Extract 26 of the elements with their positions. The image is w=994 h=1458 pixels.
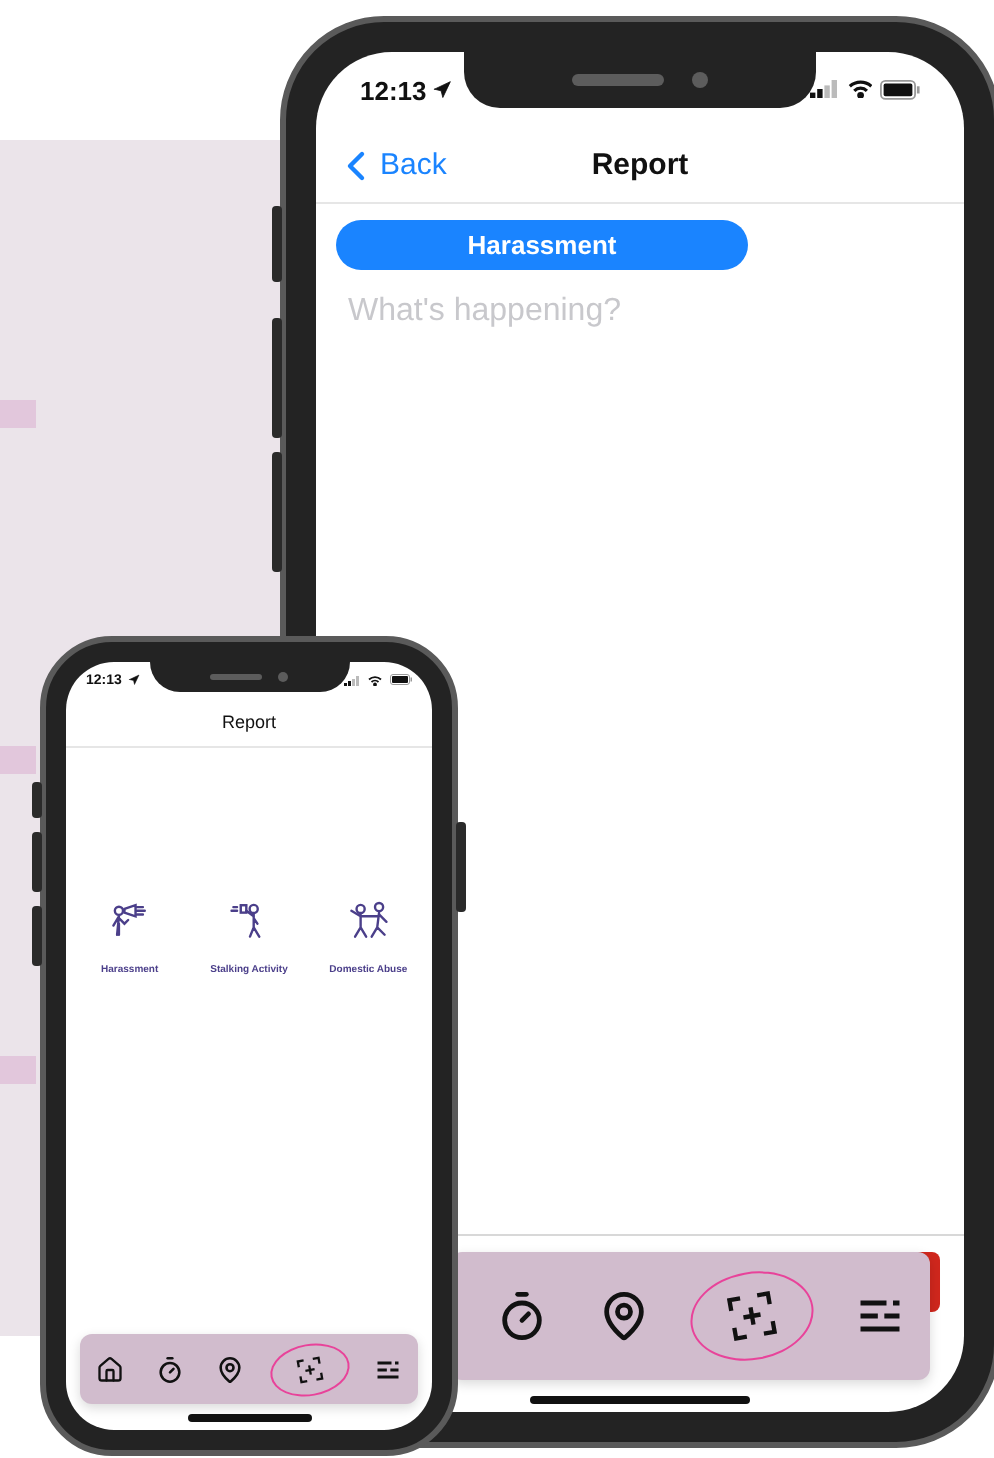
screen-title: Report	[66, 698, 432, 748]
home-indicator	[187, 1414, 311, 1422]
status-time: 12:13	[360, 75, 427, 105]
speaker-grille	[572, 74, 664, 86]
battery-icon	[880, 80, 920, 100]
accent-bar	[0, 400, 36, 428]
person-pictogram-icon	[344, 896, 393, 944]
camera-dot	[692, 72, 708, 88]
wifi-icon	[368, 675, 382, 685]
location-arrow-icon	[127, 674, 140, 686]
home-icon	[96, 1355, 125, 1383]
nav-title: Report	[591, 148, 689, 182]
location-arrow-icon	[432, 80, 453, 100]
scan-plus-icon	[293, 1352, 326, 1386]
timer-icon	[156, 1355, 185, 1383]
signal-icon	[344, 675, 360, 685]
speaker-grille	[210, 674, 263, 680]
back-link[interactable]: Back	[332, 141, 447, 189]
accent-bar	[0, 1056, 36, 1084]
category-chip[interactable]: Harassment	[336, 220, 748, 270]
signal-icon	[810, 80, 840, 99]
wifi-icon	[847, 80, 873, 99]
camera-dot	[277, 672, 288, 682]
battery-icon	[390, 674, 412, 686]
accent-bar	[0, 746, 36, 774]
location-pin-icon	[216, 1355, 245, 1383]
